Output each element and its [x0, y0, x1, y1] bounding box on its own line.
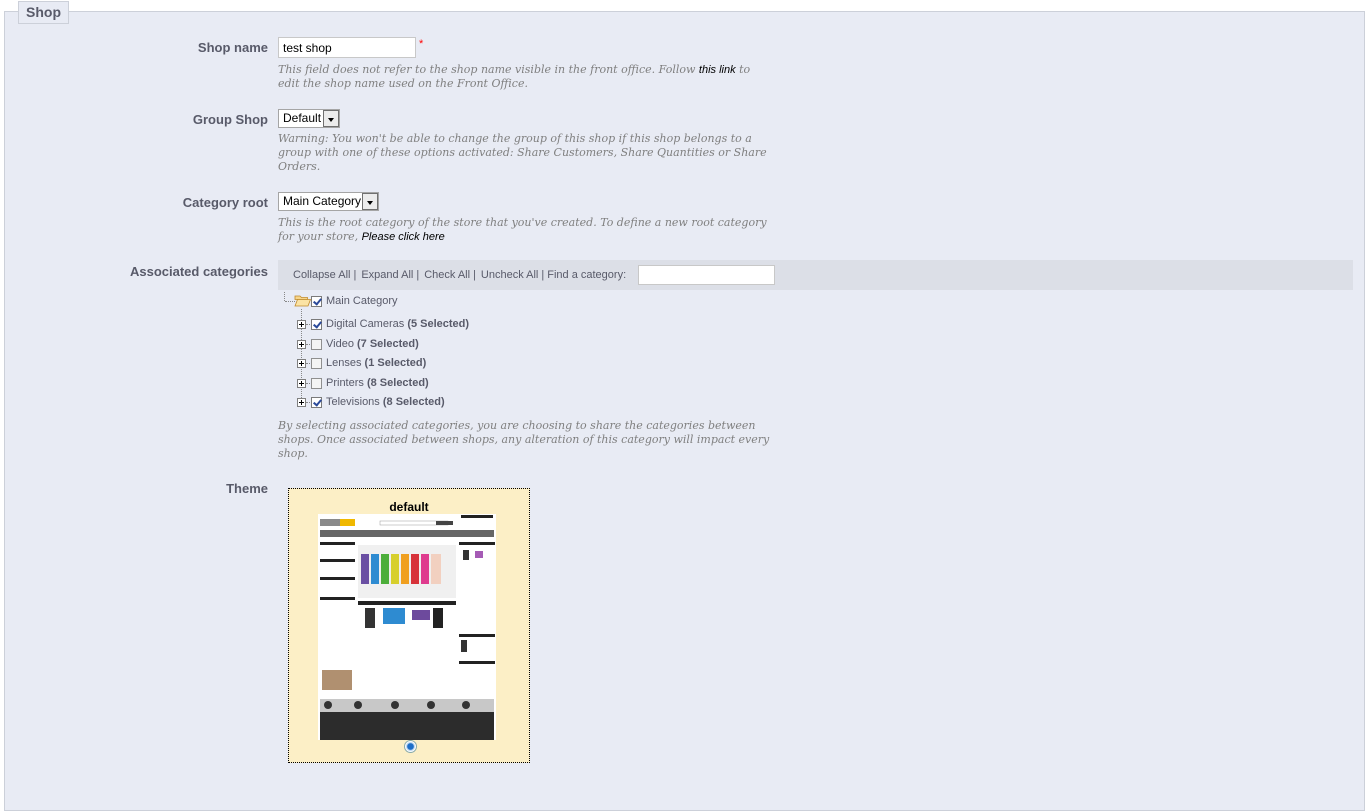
- category-checkbox[interactable]: [311, 339, 322, 350]
- category-root-label: Category root: [182, 195, 268, 210]
- category-selected-count: (7 Selected): [357, 338, 419, 350]
- please-click-here-link[interactable]: Please click here: [362, 231, 445, 243]
- group-shop-selected: Default: [283, 111, 322, 125]
- group-shop-select[interactable]: Default: [278, 109, 340, 128]
- expand-plus-icon[interactable]: [297, 359, 306, 368]
- separator: |: [353, 269, 357, 281]
- theme-name: default: [389, 500, 429, 514]
- separator: |: [473, 269, 476, 281]
- theme-preview-image: [318, 514, 496, 740]
- category-checkbox[interactable]: [311, 397, 322, 408]
- check-all-link[interactable]: Check All: [424, 269, 470, 281]
- shop-name-label: Shop name: [197, 40, 268, 55]
- category-selected-count: (8 Selected): [366, 377, 429, 389]
- category-label[interactable]: Printers (8 Selected): [326, 377, 429, 393]
- category-root-hint: This is the root category of the store t…: [278, 216, 783, 244]
- expand-plus-icon[interactable]: [297, 379, 306, 388]
- expand-plus-icon[interactable]: [297, 398, 306, 407]
- category-selected-count: (5 Selected): [407, 318, 470, 330]
- collapse-all-link[interactable]: Collapse All: [293, 269, 350, 281]
- associated-categories-hint: By selecting associated categories, you …: [278, 419, 770, 460]
- category-checkbox[interactable]: [311, 358, 322, 369]
- category-label[interactable]: Lenses (1 Selected): [326, 357, 426, 373]
- category-root-select[interactable]: Main Category: [278, 192, 379, 211]
- shop-fieldset: [4, 11, 1365, 811]
- category-name: Video: [326, 338, 354, 350]
- required-marker: *: [419, 38, 424, 50]
- this-link[interactable]: this link: [699, 64, 736, 76]
- folder-open-icon: [294, 295, 311, 307]
- group-shop-label: Group Shop: [192, 112, 268, 127]
- category-root-hint-text: This is the root category of the store t…: [278, 216, 767, 243]
- associated-categories-label: Associated categories: [129, 264, 268, 279]
- tree-line: [284, 292, 285, 301]
- category-name: Lenses: [326, 357, 362, 369]
- category-checkbox[interactable]: [311, 378, 322, 389]
- category-label[interactable]: Digital Cameras (5 Selected): [326, 318, 469, 334]
- category-name: Digital Cameras: [326, 318, 405, 330]
- shop-name-input[interactable]: [278, 37, 416, 58]
- shop-name-hint-text: This field does not refer to the shop na…: [278, 63, 699, 76]
- fieldset-legend: Shop: [18, 1, 69, 24]
- chevron-down-icon[interactable]: [323, 110, 339, 127]
- tree-line: [306, 324, 310, 325]
- find-category-label: Find a category:: [547, 269, 627, 281]
- theme-label: Theme: [226, 481, 268, 496]
- category-name: Televisions: [326, 396, 380, 408]
- expand-plus-icon[interactable]: [297, 340, 306, 349]
- group-shop-hint: Warning: You won't be able to change the…: [278, 132, 767, 173]
- theme-preview-graphic: [318, 514, 496, 740]
- category-checkbox[interactable]: [311, 319, 322, 330]
- separator: |: [416, 269, 420, 281]
- category-label[interactable]: Video (7 Selected): [326, 338, 419, 354]
- category-label[interactable]: Televisions (8 Selected): [326, 396, 445, 412]
- tree-line: [306, 363, 310, 364]
- shop-name-hint: This field does not refer to the shop na…: [278, 63, 768, 91]
- tree-line: [306, 402, 310, 403]
- uncheck-all-link[interactable]: Uncheck All: [481, 269, 538, 281]
- separator: |: [541, 269, 545, 281]
- category-selected-count: (1 Selected): [364, 357, 427, 369]
- chevron-down-icon[interactable]: [362, 193, 378, 210]
- theme-radio[interactable]: [404, 740, 417, 753]
- main-category-label: Main Category: [326, 295, 398, 307]
- expand-plus-icon[interactable]: [297, 320, 306, 329]
- tree-line: [306, 344, 310, 345]
- category-name: Printers: [326, 377, 364, 389]
- find-category-input[interactable]: [638, 265, 775, 285]
- main-category-checkbox[interactable]: [311, 296, 322, 307]
- category-root-selected: Main Category: [283, 194, 362, 208]
- expand-all-link[interactable]: Expand All: [361, 269, 413, 281]
- category-tree-toolbar: Collapse All | Expand All | Check All | Unchec…: [278, 260, 1353, 290]
- theme-option-default[interactable]: default: [288, 488, 530, 763]
- category-selected-count: (8 Selected): [382, 396, 445, 408]
- tree-line: [306, 383, 310, 384]
